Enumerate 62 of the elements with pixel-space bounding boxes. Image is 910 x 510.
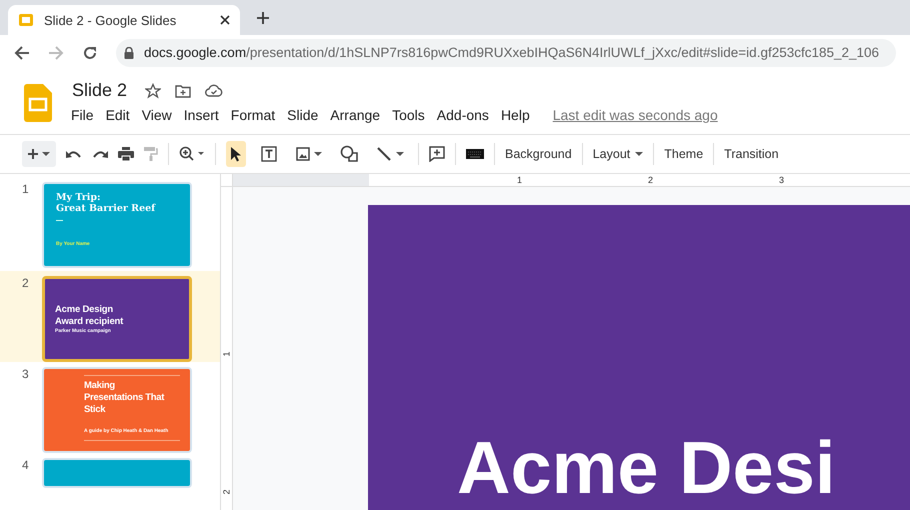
new-slide-button[interactable] xyxy=(22,141,56,167)
undo-icon[interactable] xyxy=(66,148,82,160)
slide-number: 1 xyxy=(22,182,30,196)
close-icon[interactable] xyxy=(220,15,230,25)
url-text: docs.google.com/presentation/d/1hSLNP7rs816pwCmd9RUXxebIHQaS6N4IrlUWLf_jXxc/edit#slide=id.gf253cfc185_2_106 xyxy=(144,45,880,60)
menu-item[interactable]: Slide xyxy=(282,105,324,125)
back-icon[interactable] xyxy=(14,44,30,60)
toolbar-button[interactable]: Transition xyxy=(724,141,779,167)
browser-tab[interactable]: Slide 2 - Google Slides xyxy=(8,5,240,35)
document-title[interactable]: Slide 2 xyxy=(72,80,128,101)
ruler-number: 1 xyxy=(517,175,522,185)
folder-icon[interactable] xyxy=(175,84,192,98)
slide-number: 3 xyxy=(22,367,30,381)
last-edit-link[interactable]: Last edit was seconds ago xyxy=(552,107,718,123)
menu-item[interactable]: Format xyxy=(226,105,280,125)
slide-canvas[interactable]: Acme Desi xyxy=(368,205,910,510)
toolbar-button[interactable]: Background xyxy=(505,141,572,167)
print-icon[interactable] xyxy=(118,147,134,161)
ruler-number: 2 xyxy=(648,175,654,185)
caret-icon xyxy=(635,152,644,156)
star-icon[interactable] xyxy=(145,82,162,98)
slide-title: Acme Design Award recipient xyxy=(55,304,124,328)
reload-icon[interactable] xyxy=(82,44,98,60)
line-icon xyxy=(376,146,392,162)
menu-item[interactable]: Edit xyxy=(100,105,135,125)
keyboard-icon[interactable] xyxy=(466,148,484,160)
caret-icon xyxy=(396,152,404,156)
text-box-icon xyxy=(260,145,278,163)
image-icon xyxy=(296,147,310,161)
menu-item[interactable]: Help xyxy=(496,105,535,125)
plus-icon xyxy=(28,148,38,160)
menu-item[interactable]: File xyxy=(66,105,99,125)
menu-item[interactable]: Add-ons xyxy=(432,105,494,125)
tab-title: Slide 2 - Google Slides xyxy=(44,12,178,28)
ruler-number: 1 xyxy=(222,352,232,356)
slide-number: 2 xyxy=(22,276,30,290)
caret-icon xyxy=(42,152,50,156)
cursor-icon xyxy=(230,146,242,162)
menu-item[interactable]: View xyxy=(136,105,177,125)
slide-number: 4 xyxy=(22,458,30,472)
cursor-tool-button[interactable] xyxy=(226,141,246,167)
ruler-number: 3 xyxy=(779,175,784,185)
menu-item[interactable]: Insert xyxy=(178,105,224,125)
comment-icon[interactable] xyxy=(429,146,445,162)
new-tab-icon[interactable] xyxy=(256,11,270,25)
shapes-icon xyxy=(340,145,358,163)
slide-title: Making Presentations That Stick xyxy=(84,380,166,416)
filmstrip-item[interactable]: 4 xyxy=(0,456,220,510)
cloud-icon[interactable] xyxy=(205,84,224,98)
dropdown-button[interactable]: Layout xyxy=(592,141,644,167)
caret-icon xyxy=(314,152,322,156)
menu-item[interactable]: Tools xyxy=(387,105,430,125)
zoom-icon[interactable] xyxy=(179,146,205,162)
lock-icon xyxy=(124,46,134,58)
slides-logo-icon xyxy=(18,12,34,28)
menu-item[interactable]: Arrange xyxy=(325,105,386,125)
ruler-number: 2 xyxy=(222,490,232,494)
slide-title[interactable]: Acme Desi xyxy=(457,431,836,505)
toolbar-button[interactable]: Theme xyxy=(664,141,704,167)
slide-title: My Trip: Great Barrier Reef xyxy=(56,192,157,215)
address-bar[interactable]: docs.google.com/presentation/d/1hSLNP7rs816pwCmd9RUXxebIHQaS6N4IrlUWLf_jXxc/edit#slide=id.gf253cfc185_2_106 xyxy=(116,38,896,66)
slide-thumbnail[interactable] xyxy=(42,458,192,488)
